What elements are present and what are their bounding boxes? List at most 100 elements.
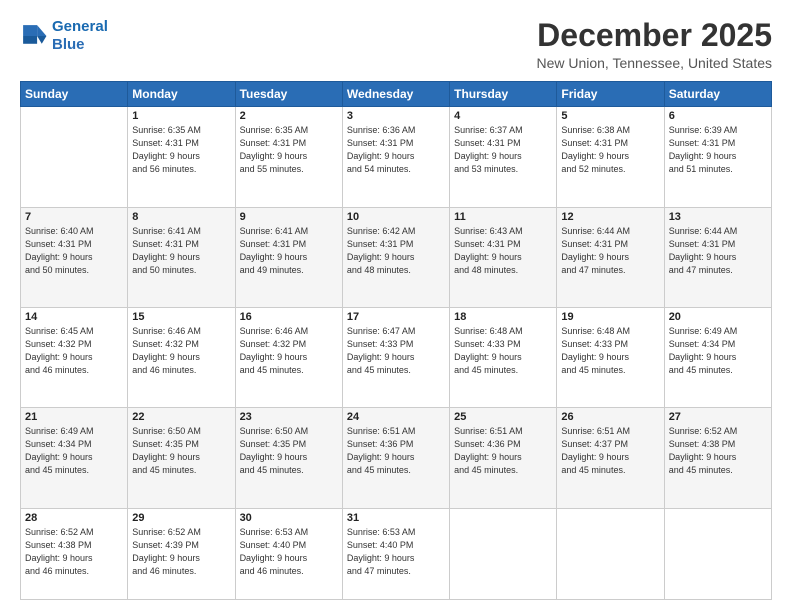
day-number: 8 (132, 211, 230, 223)
calendar-cell: 24Sunrise: 6:51 AMSunset: 4:36 PMDayligh… (342, 408, 449, 508)
calendar-cell: 7 Sunrise: 6:40 AMSunset: 4:31 PMDaylight… (21, 207, 128, 307)
day-info: Sunrise: 6:50 AMSunset: 4:35 PMDaylight:… (132, 425, 230, 477)
calendar-cell: 3 Sunrise: 6:36 AMSunset: 4:31 PMDaylight… (342, 107, 449, 207)
day-number: 10 (347, 211, 445, 223)
day-info: Sunrise: 6:52 AMSunset: 4:39 PMDaylight:… (132, 526, 230, 578)
day-number: 3 (347, 110, 445, 122)
calendar-cell: 22Sunrise: 6:50 AMSunset: 4:35 PMDayligh… (128, 408, 235, 508)
title-block: December 2025 New Union, Tennessee, Unit… (536, 18, 772, 71)
header: General Blue December 2025 New Union, Te… (20, 18, 772, 71)
day-info: Sunrise: 6:37 AMSunset: 4:31 PMDaylight:… (454, 124, 552, 176)
day-info: Sunrise: 6:36 AMSunset: 4:31 PMDaylight:… (347, 124, 445, 176)
calendar-cell: 17 Sunrise: 6:47 AMSunset: 4:33 PMDayligh… (342, 307, 449, 407)
day-info: Sunrise: 6:44 AMSunset: 4:31 PMDaylight:… (561, 225, 659, 277)
day-info: Sunrise: 6:48 AMSunset: 4:33 PMDaylight:… (561, 325, 659, 377)
day-number: 9 (240, 211, 338, 223)
calendar-cell: 1 Sunrise: 6:35 AMSunset: 4:31 PMDaylight… (128, 107, 235, 207)
calendar-cell: 29 Sunrise: 6:52 AMSunset: 4:39 PMDayligh… (128, 508, 235, 599)
day-number: 29 (132, 512, 230, 524)
month-title: December 2025 (536, 18, 772, 53)
calendar-cell: 31 Sunrise: 6:53 AMSunset: 4:40 PMDayligh… (342, 508, 449, 599)
day-number: 19 (561, 311, 659, 323)
day-info: Sunrise: 6:49 AMSunset: 4:34 PMDaylight:… (25, 425, 123, 477)
day-number: 12 (561, 211, 659, 223)
logo: General Blue (20, 18, 108, 54)
calendar-cell: 20Sunrise: 6:49 AMSunset: 4:34 PMDayligh… (664, 307, 771, 407)
logo-icon (20, 22, 48, 50)
calendar-table: SundayMondayTuesdayWednesdayThursdayFrid… (20, 81, 772, 600)
day-number: 2 (240, 110, 338, 122)
calendar-week-row: 14Sunrise: 6:45 AMSunset: 4:32 PMDayligh… (21, 307, 772, 407)
day-number: 13 (669, 211, 767, 223)
day-number: 7 (25, 211, 123, 223)
day-number: 30 (240, 512, 338, 524)
day-info: Sunrise: 6:42 AMSunset: 4:31 PMDaylight:… (347, 225, 445, 277)
day-info: Sunrise: 6:41 AMSunset: 4:31 PMDaylight:… (240, 225, 338, 277)
day-number: 6 (669, 110, 767, 122)
day-info: Sunrise: 6:35 AMSunset: 4:31 PMDaylight:… (240, 124, 338, 176)
weekday-header: Sunday (21, 82, 128, 107)
day-info: Sunrise: 6:46 AMSunset: 4:32 PMDaylight:… (132, 325, 230, 377)
weekday-header: Tuesday (235, 82, 342, 107)
day-number: 17 (347, 311, 445, 323)
day-number: 25 (454, 411, 552, 423)
calendar-cell: 30 Sunrise: 6:53 AMSunset: 4:40 PMDayligh… (235, 508, 342, 599)
calendar-cell: 4 Sunrise: 6:37 AMSunset: 4:31 PMDaylight… (450, 107, 557, 207)
day-info: Sunrise: 6:51 AMSunset: 4:37 PMDaylight:… (561, 425, 659, 477)
day-info: Sunrise: 6:50 AMSunset: 4:35 PMDaylight:… (240, 425, 338, 477)
day-number: 26 (561, 411, 659, 423)
day-info: Sunrise: 6:40 AMSunset: 4:31 PMDaylight:… (25, 225, 123, 277)
day-info: Sunrise: 6:35 AMSunset: 4:31 PMDaylight:… (132, 124, 230, 176)
day-info: Sunrise: 6:52 AMSunset: 4:38 PMDaylight:… (669, 425, 767, 477)
day-info: Sunrise: 6:53 AMSunset: 4:40 PMDaylight:… (240, 526, 338, 578)
calendar-cell: 25 Sunrise: 6:51 AMSunset: 4:36 PMDayligh… (450, 408, 557, 508)
day-number: 5 (561, 110, 659, 122)
day-number: 20 (669, 311, 767, 323)
day-number: 11 (454, 211, 552, 223)
day-number: 18 (454, 311, 552, 323)
calendar-week-row: 21 Sunrise: 6:49 AMSunset: 4:34 PMDayligh… (21, 408, 772, 508)
weekday-header: Friday (557, 82, 664, 107)
calendar-cell: 6 Sunrise: 6:39 AMSunset: 4:31 PMDaylight… (664, 107, 771, 207)
day-number: 1 (132, 110, 230, 122)
weekday-header: Thursday (450, 82, 557, 107)
logo-text: General Blue (52, 18, 108, 54)
calendar-week-row: 28Sunrise: 6:52 AMSunset: 4:38 PMDayligh… (21, 508, 772, 599)
calendar-week-row: 1 Sunrise: 6:35 AMSunset: 4:31 PMDaylight… (21, 107, 772, 207)
day-number: 4 (454, 110, 552, 122)
day-number: 23 (240, 411, 338, 423)
calendar-cell: 11 Sunrise: 6:43 AMSunset: 4:31 PMDayligh… (450, 207, 557, 307)
calendar-cell: 15Sunrise: 6:46 AMSunset: 4:32 PMDayligh… (128, 307, 235, 407)
calendar-cell: 14Sunrise: 6:45 AMSunset: 4:32 PMDayligh… (21, 307, 128, 407)
calendar-cell: 8 Sunrise: 6:41 AMSunset: 4:31 PMDaylight… (128, 207, 235, 307)
day-number: 24 (347, 411, 445, 423)
day-info: Sunrise: 6:45 AMSunset: 4:32 PMDaylight:… (25, 325, 123, 377)
calendar-cell: 5 Sunrise: 6:38 AMSunset: 4:31 PMDaylight… (557, 107, 664, 207)
day-info: Sunrise: 6:53 AMSunset: 4:40 PMDaylight:… (347, 526, 445, 578)
location: New Union, Tennessee, United States (536, 55, 772, 71)
day-info: Sunrise: 6:48 AMSunset: 4:33 PMDaylight:… (454, 325, 552, 377)
calendar-cell: 18 Sunrise: 6:48 AMSunset: 4:33 PMDayligh… (450, 307, 557, 407)
calendar-cell (557, 508, 664, 599)
calendar-cell: 2 Sunrise: 6:35 AMSunset: 4:31 PMDaylight… (235, 107, 342, 207)
calendar-cell: 27 Sunrise: 6:52 AMSunset: 4:38 PMDayligh… (664, 408, 771, 508)
day-info: Sunrise: 6:51 AMSunset: 4:36 PMDaylight:… (454, 425, 552, 477)
day-info: Sunrise: 6:38 AMSunset: 4:31 PMDaylight:… (561, 124, 659, 176)
calendar-cell (450, 508, 557, 599)
day-info: Sunrise: 6:43 AMSunset: 4:31 PMDaylight:… (454, 225, 552, 277)
day-info: Sunrise: 6:47 AMSunset: 4:33 PMDaylight:… (347, 325, 445, 377)
day-number: 28 (25, 512, 123, 524)
logo-line1: General (52, 18, 108, 35)
day-info: Sunrise: 6:39 AMSunset: 4:31 PMDaylight:… (669, 124, 767, 176)
weekday-header: Saturday (664, 82, 771, 107)
calendar-week-row: 7 Sunrise: 6:40 AMSunset: 4:31 PMDaylight… (21, 207, 772, 307)
day-number: 16 (240, 311, 338, 323)
page: General Blue December 2025 New Union, Te… (0, 0, 792, 612)
day-number: 27 (669, 411, 767, 423)
logo-line2: Blue (52, 36, 85, 53)
day-number: 31 (347, 512, 445, 524)
calendar-header-row: SundayMondayTuesdayWednesdayThursdayFrid… (21, 82, 772, 107)
day-info: Sunrise: 6:41 AMSunset: 4:31 PMDaylight:… (132, 225, 230, 277)
day-number: 21 (25, 411, 123, 423)
calendar-cell: 26 Sunrise: 6:51 AMSunset: 4:37 PMDayligh… (557, 408, 664, 508)
